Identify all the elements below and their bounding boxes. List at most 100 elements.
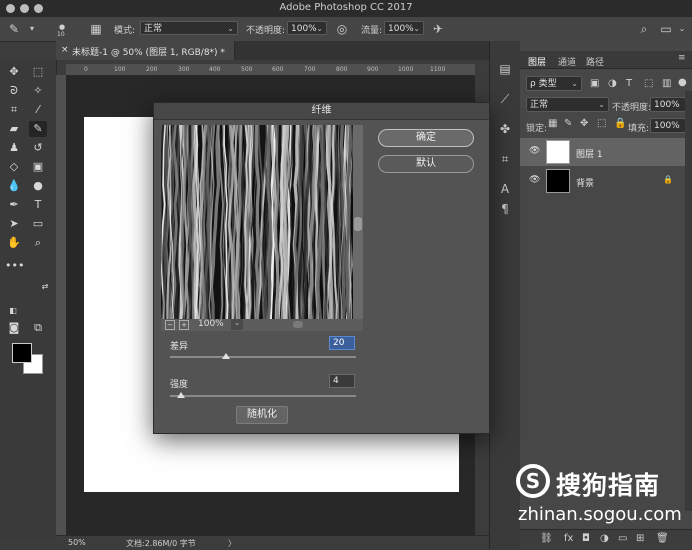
strength-label: 强度 [170, 380, 189, 390]
zoom-level[interactable]: 50% [68, 538, 86, 547]
zoom-tool-icon[interactable]: ⌕ [29, 235, 47, 251]
horizontal-ruler: 0 100 200 300 400 500 600 700 800 900 10… [66, 64, 475, 76]
dialog-title[interactable]: 纤维 [154, 103, 489, 120]
workspace-icon[interactable]: ▭ [658, 21, 674, 37]
character-panel-icon[interactable]: A [497, 181, 513, 197]
filter-smart-object-icon[interactable]: ▥ [662, 78, 671, 89]
new-group-icon[interactable]: ▭ [618, 533, 627, 544]
panel-menu-icon[interactable]: ≡ [678, 53, 686, 63]
layer-row-background[interactable]: 👁 背景 🔒 [520, 167, 685, 195]
filter-adjustment-icon[interactable]: ◑ [608, 78, 617, 89]
strength-slider-track[interactable] [170, 395, 356, 397]
trash-icon[interactable]: 🗑 [656, 533, 669, 544]
filter-type-icon[interactable]: T [626, 78, 632, 89]
healing-brush-tool-icon[interactable]: ▰ [5, 121, 23, 137]
paragraph-panel-icon[interactable]: ¶ [497, 201, 513, 217]
clone-source-icon[interactable]: ✤ [497, 121, 513, 137]
lock-transparency-icon[interactable]: ▦ [548, 118, 557, 129]
new-layer-icon[interactable]: ⊞ [636, 533, 644, 544]
chevron-down-icon: ⌄ [571, 79, 578, 88]
quick-select-tool-icon[interactable]: ✧ [29, 83, 47, 99]
layers-scrollbar[interactable] [685, 91, 692, 511]
pen-tool-icon[interactable]: ✒ [5, 197, 23, 213]
blend-mode-select[interactable]: 正常 ⌄ [526, 97, 609, 112]
move-tool-icon[interactable]: ✥ [5, 64, 23, 80]
preview-hscroll-thumb[interactable] [293, 321, 303, 328]
workspace-dropdown-icon[interactable]: ⌄ [674, 21, 690, 37]
add-mask-icon[interactable]: ◘ [582, 533, 590, 544]
strength-input[interactable]: 4 [329, 374, 355, 388]
preview-scroll-thumb[interactable] [354, 217, 362, 231]
filter-pixel-icon[interactable]: ▣ [590, 78, 599, 89]
eye-icon[interactable]: 👁 [529, 146, 540, 156]
eyedropper-tool-icon[interactable]: ⁄ [29, 102, 47, 118]
tab-paths[interactable]: 路径 [586, 55, 604, 68]
filter-toggle-icon[interactable]: ● [678, 77, 687, 88]
marquee-tool-icon[interactable]: ⬚ [29, 64, 47, 80]
crop-tool-icon[interactable]: ⌗ [5, 102, 23, 118]
variance-slider-knob[interactable] [221, 353, 230, 359]
zoom-out-button[interactable]: − [165, 320, 175, 330]
dodge-tool-icon[interactable]: ● [29, 178, 47, 194]
screen-mode-icon[interactable]: ⧉ [29, 320, 47, 336]
swap-colors-icon[interactable]: ⇄ [36, 279, 54, 295]
tab-channels[interactable]: 通道 [558, 55, 576, 68]
layer-opacity-input[interactable]: 100% [650, 97, 686, 112]
variance-slider-track[interactable] [170, 356, 356, 358]
opacity-input[interactable]: 100% ⌄ [287, 21, 327, 35]
crop-panel-icon[interactable]: ⌗ [497, 151, 513, 167]
brush-settings-icon[interactable]: ▦ [88, 21, 104, 37]
clone-stamp-tool-icon[interactable]: ♟ [5, 140, 23, 156]
randomize-button[interactable]: 随机化 [236, 406, 288, 424]
eraser-tool-icon[interactable]: ◇ [5, 159, 23, 175]
lock-pixels-icon[interactable]: ✎ [564, 118, 572, 129]
eye-icon[interactable]: 👁 [529, 175, 540, 185]
history-brush-tool-icon[interactable]: ↺ [29, 140, 47, 156]
document-tab[interactable]: × 未标题-1 @ 50% (图层 1, RGB/8*) * [56, 41, 235, 60]
ok-button[interactable]: 确定 [378, 129, 474, 147]
filter-preview[interactable] [161, 125, 353, 319]
blur-tool-icon[interactable]: 💧 [5, 178, 23, 194]
preview-scrollbar[interactable] [353, 125, 363, 319]
filter-shape-icon[interactable]: ⬚ [644, 78, 653, 89]
history-panel-icon[interactable]: ▤ [497, 61, 513, 77]
variance-input[interactable]: 20 [329, 336, 355, 350]
gradient-tool-icon[interactable]: ▣ [29, 159, 47, 175]
lock-position-icon[interactable]: ✥ [580, 118, 588, 129]
edit-toolbar-icon[interactable]: ••• [5, 258, 24, 274]
search-icon[interactable]: ⌕ [636, 21, 652, 37]
rectangle-tool-icon[interactable]: ▭ [29, 216, 47, 232]
zoom-in-button[interactable]: + [179, 320, 189, 330]
flow-input[interactable]: 100% ⌄ [384, 21, 424, 35]
default-button[interactable]: 默认 [378, 155, 474, 173]
brush-panel-icon[interactable]: ⟋ [497, 91, 513, 107]
layer-filter-select[interactable]: ρ 类型 ⌄ [526, 76, 582, 91]
fill-input[interactable]: 100% [650, 118, 686, 133]
tab-layers[interactable]: 图层 [528, 55, 546, 68]
type-tool-icon[interactable]: T [29, 197, 47, 213]
foreground-color-swatch[interactable] [12, 343, 32, 363]
path-select-tool-icon[interactable]: ➤ [5, 216, 23, 232]
layer-row-layer1[interactable]: 👁 图层 1 [520, 138, 685, 166]
mode-label: 模式: [114, 26, 136, 36]
ruler-tick-label: 400 [209, 66, 221, 73]
strength-slider-knob[interactable] [177, 392, 186, 398]
tool-preset-dropdown-icon[interactable]: ▾ [24, 21, 40, 37]
mode-select[interactable]: 正常 ⌄ [140, 21, 238, 35]
brush-tool-icon[interactable]: ✎ [29, 121, 47, 137]
default-colors-icon[interactable]: ◧ [4, 303, 22, 319]
airbrush-icon[interactable]: ✈ [430, 21, 446, 37]
lock-all-icon[interactable]: 🔒 [614, 118, 626, 129]
lock-artboard-icon[interactable]: ⬚ [597, 118, 606, 129]
link-layers-icon[interactable]: ⛓ [540, 533, 553, 544]
quick-mask-icon[interactable]: ◙ [5, 320, 23, 336]
pressure-opacity-icon[interactable]: ◎ [334, 21, 350, 37]
close-tab-icon[interactable]: × [61, 45, 69, 55]
brush-tool-preset-icon[interactable]: ✎ [6, 21, 22, 37]
status-menu-arrow[interactable]: 〉 [228, 538, 236, 549]
lasso-tool-icon[interactable]: ᘐ [5, 83, 23, 99]
adjustment-layer-icon[interactable]: ◑ [600, 533, 609, 544]
chevron-down-icon[interactable]: ⌄ [231, 319, 243, 330]
layer-style-icon[interactable]: fx [564, 533, 573, 544]
hand-tool-icon[interactable]: ✋ [5, 235, 23, 251]
